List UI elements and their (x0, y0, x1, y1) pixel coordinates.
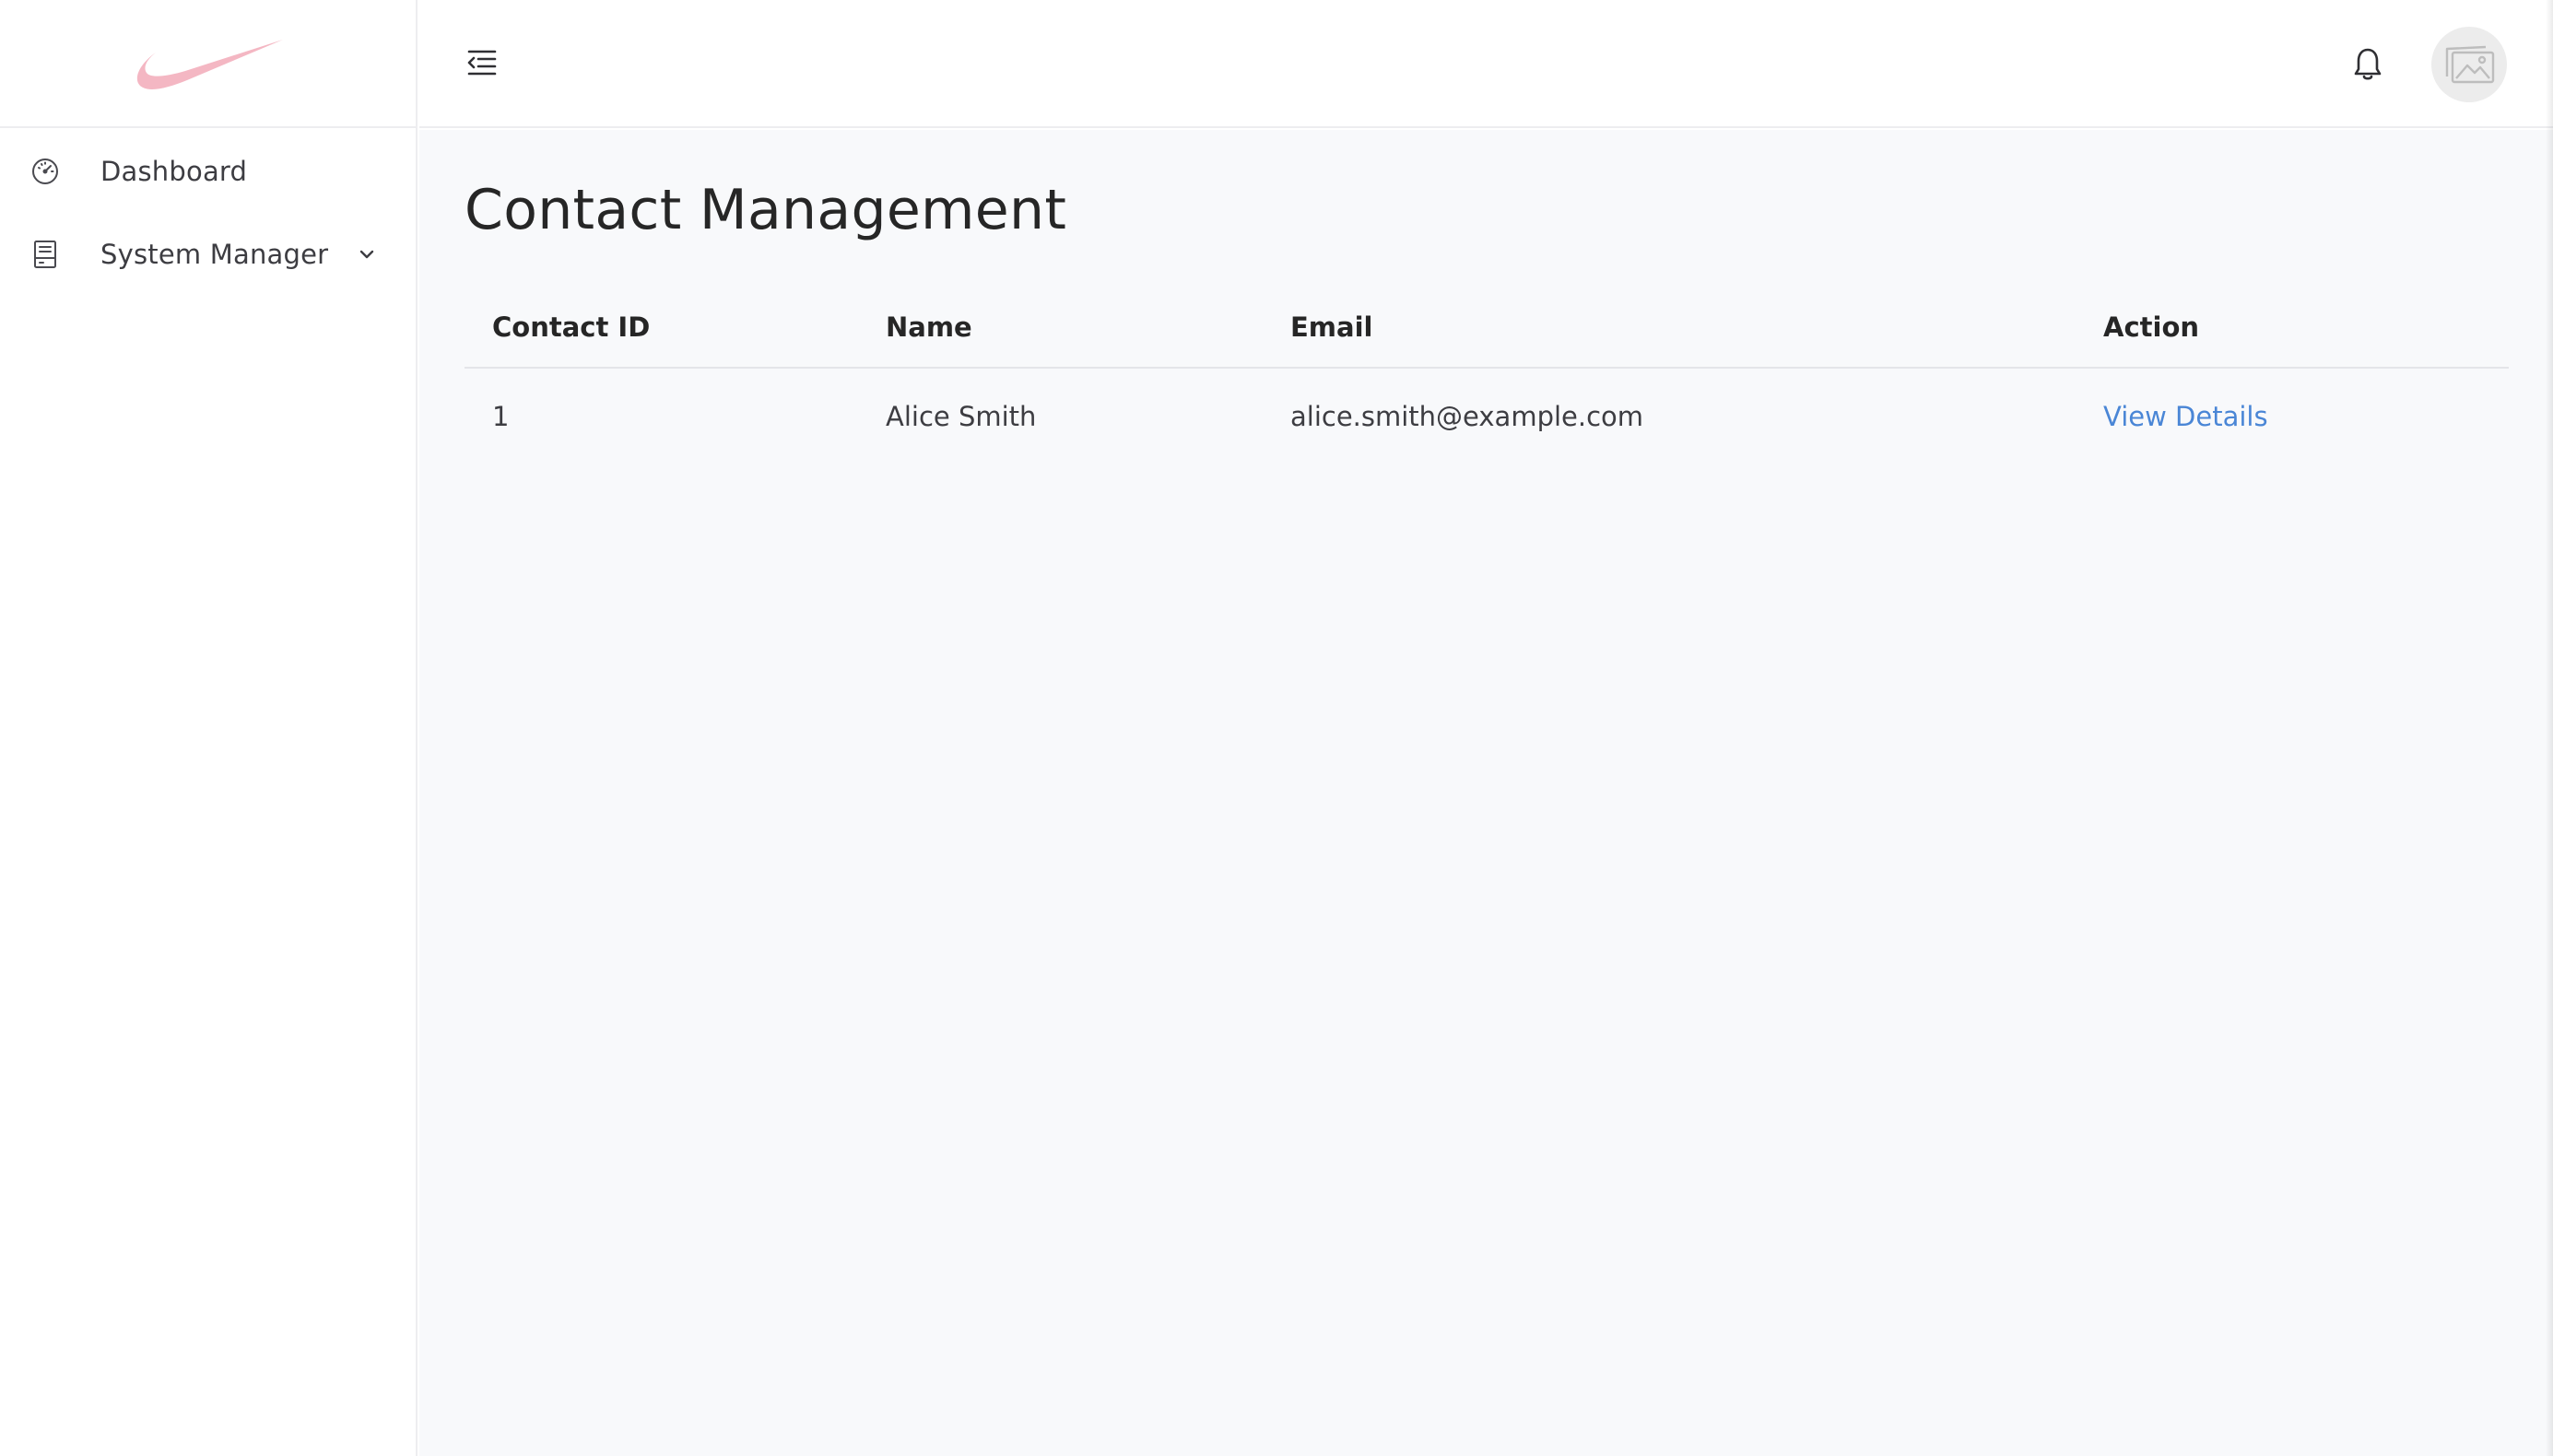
speedometer-icon (29, 156, 61, 187)
top-bar (419, 0, 2553, 128)
contact-name-cell: Alice Smith (886, 401, 1037, 432)
brand-logo[interactable] (0, 0, 416, 128)
sidebar-item-label: Dashboard (100, 156, 248, 187)
sidebar-item-system-manager[interactable]: System Manager (0, 217, 416, 291)
contact-id-cell: 1 (492, 401, 510, 432)
bell-icon[interactable] (2347, 44, 2388, 85)
window-edge-shadow (2546, 0, 2553, 1456)
collapse-menu-icon[interactable] (464, 44, 500, 81)
table-header-row: Contact ID Name Email Action (465, 287, 2509, 369)
contacts-table: Contact ID Name Email Action 1 Alice Smi… (465, 287, 2509, 464)
image-placeholder-icon (2445, 45, 2495, 84)
table-row: 1 Alice Smith alice.smith@example.com Vi… (465, 369, 2509, 464)
sidebar-item-dashboard[interactable]: Dashboard (0, 135, 416, 208)
view-details-link[interactable]: View Details (2103, 401, 2268, 432)
swoosh-logo-icon (136, 39, 283, 89)
page-title: Contact Management (465, 178, 1067, 242)
chevron-down-icon[interactable] (355, 242, 379, 266)
column-header-name[interactable]: Name (886, 287, 972, 367)
main-content: Contact Management Contact ID Name Email… (419, 130, 2553, 1456)
column-header-action: Action (2103, 311, 2200, 343)
action-cell: View Details (2103, 369, 2268, 464)
column-header-email[interactable]: Email (1290, 287, 1372, 367)
document-list-icon (29, 239, 61, 270)
avatar[interactable] (2431, 27, 2507, 102)
sidebar-item-label: System Manager (100, 239, 329, 270)
contact-email-cell: alice.smith@example.com (1290, 401, 1644, 432)
sidebar: Dashboard System Manager (0, 0, 418, 1456)
app-window: Dashboard System Manager Contact Managem… (0, 0, 2553, 1456)
column-header-contact-id[interactable]: Contact ID (492, 287, 650, 367)
